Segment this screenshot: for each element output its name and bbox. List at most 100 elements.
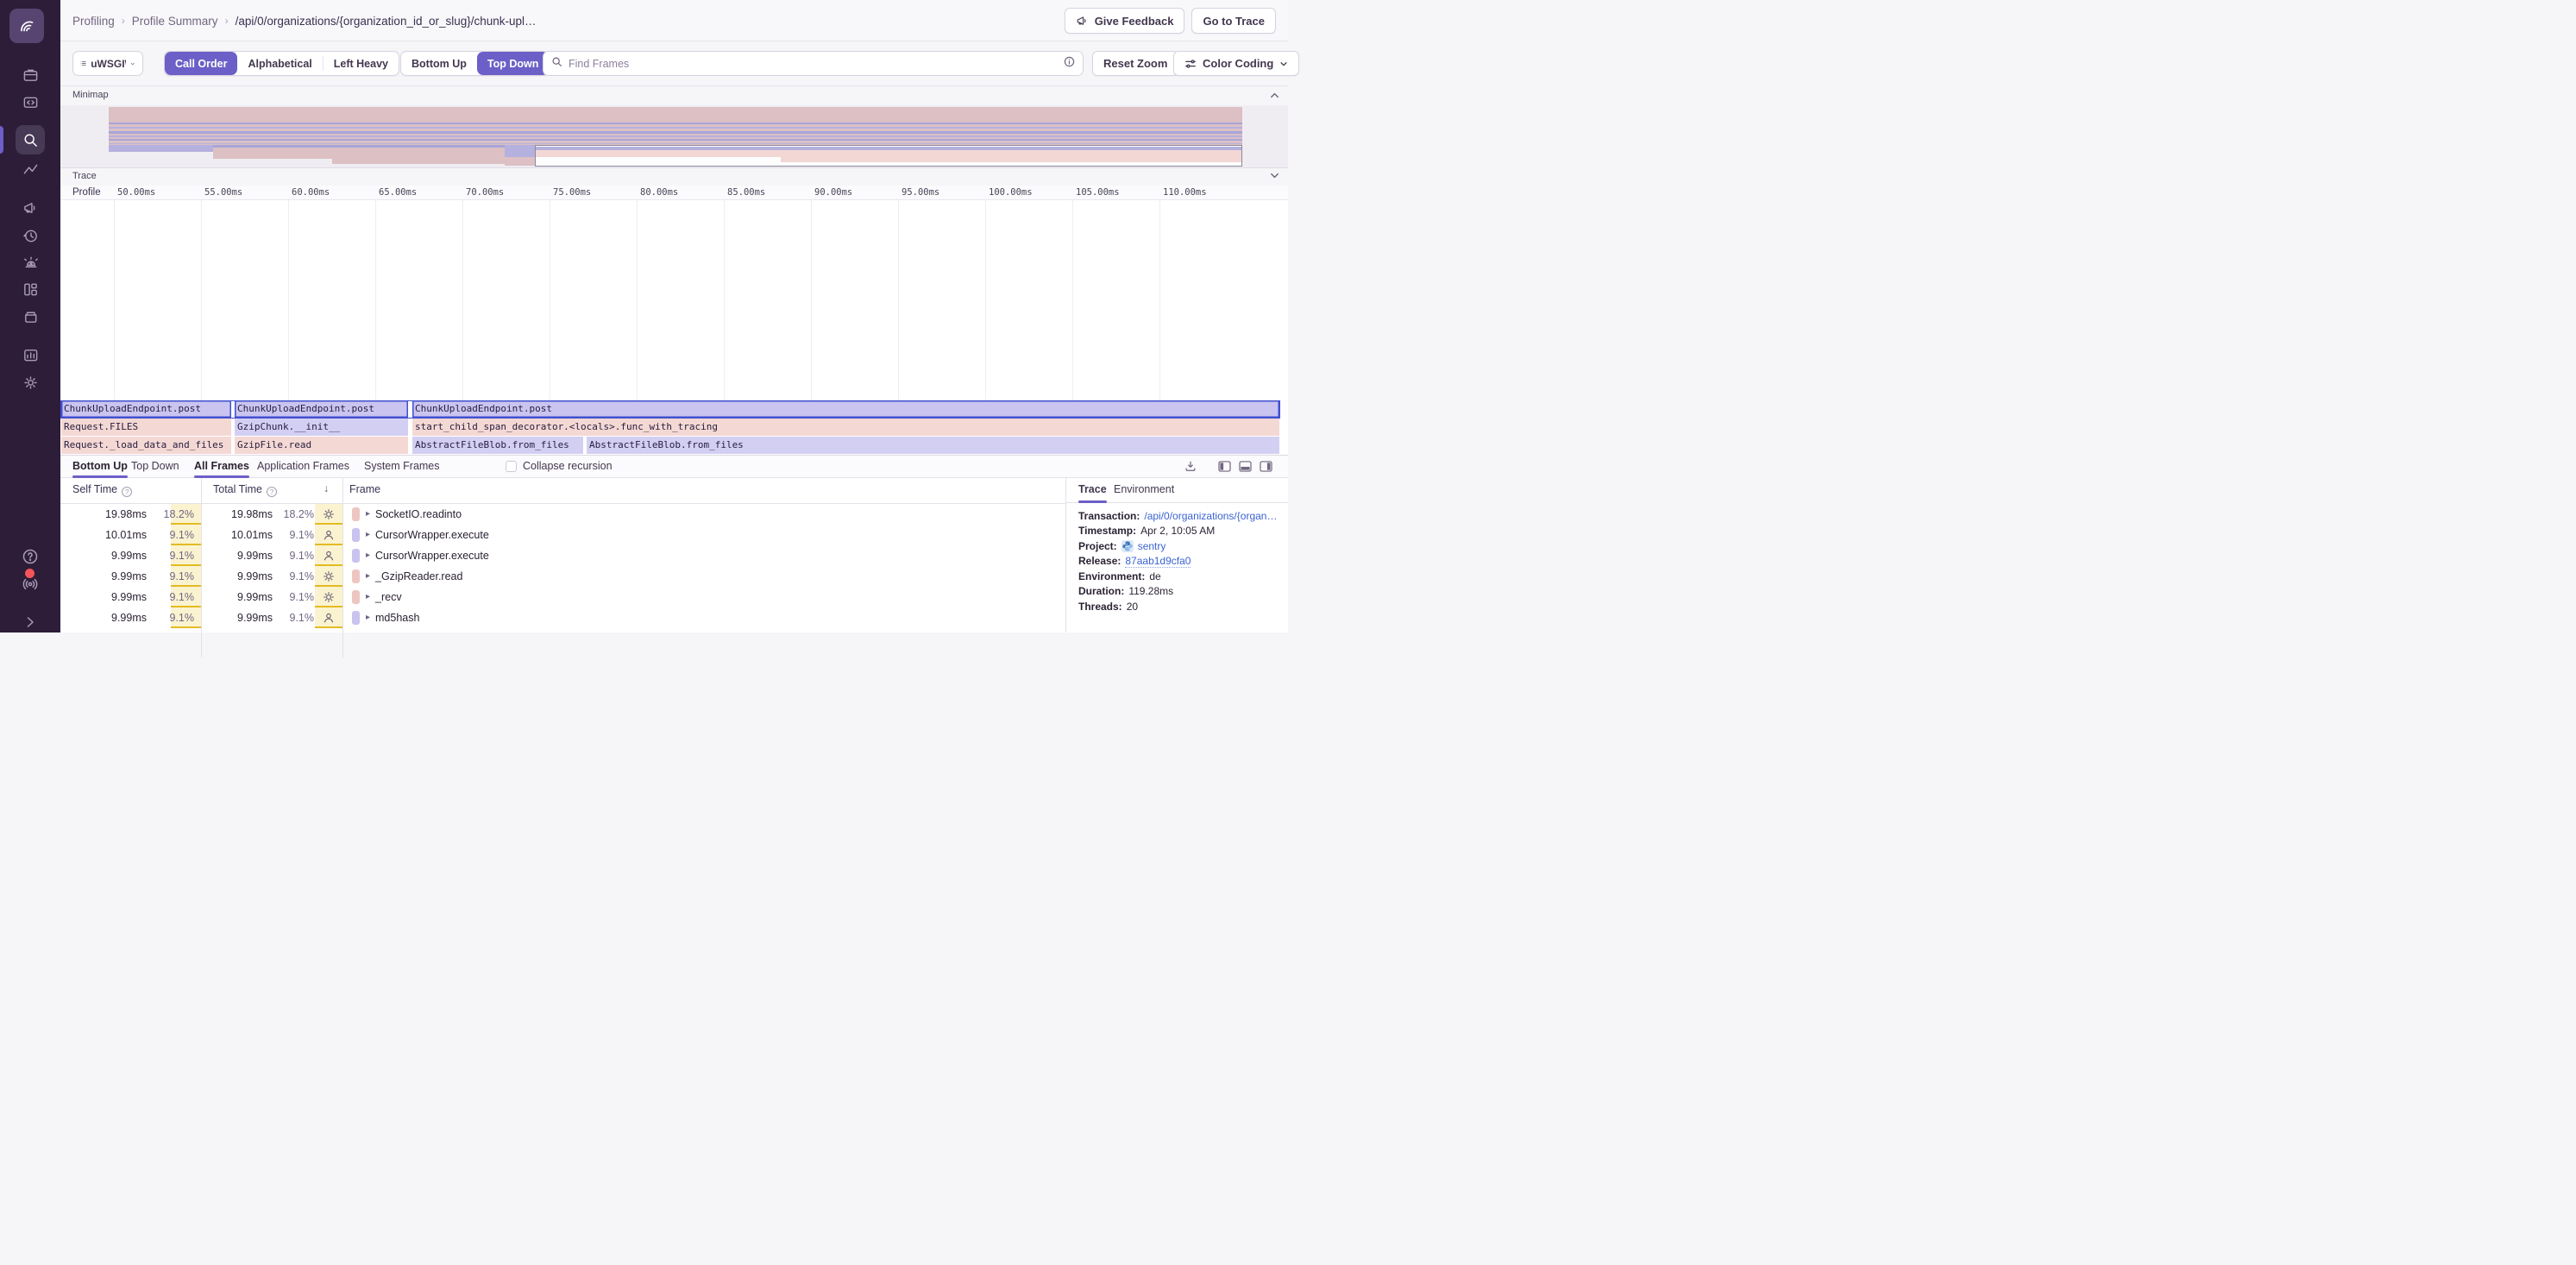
self-time-value: 9.99ms xyxy=(78,545,147,566)
expand-chevron-icon[interactable]: ▸ xyxy=(366,587,370,607)
thread-selector-dropdown[interactable]: uWSGIWor… xyxy=(72,51,143,76)
replays-icon[interactable] xyxy=(16,223,45,249)
stats-icon[interactable] xyxy=(16,342,45,368)
self-time-pct: 9.1% xyxy=(142,525,194,545)
feedback-megaphone-icon[interactable] xyxy=(16,195,45,221)
sidebar xyxy=(0,0,60,632)
flame-frame[interactable]: ChunkUploadEndpoint.post xyxy=(235,400,408,418)
tab-system-frames[interactable]: System Frames xyxy=(364,456,440,477)
table-row[interactable]: 9.99ms9.1%9.99ms9.1%▸md5hash xyxy=(60,607,1065,628)
gear-icon xyxy=(323,570,335,587)
total-time-value: 9.99ms xyxy=(204,607,273,628)
projects-icon[interactable] xyxy=(16,89,45,115)
chevron-down-icon xyxy=(1279,60,1288,68)
find-frames-search xyxy=(543,51,1084,76)
insights-icon[interactable] xyxy=(16,156,45,182)
settings-gear-icon[interactable] xyxy=(16,369,45,395)
question-icon[interactable]: ? xyxy=(267,487,277,497)
sort-descending-arrow-icon[interactable]: ↓ xyxy=(324,482,329,494)
axis-tick-label: 60.00ms xyxy=(292,187,330,198)
collapse-recursion-checkbox[interactable]: Collapse recursion xyxy=(506,460,613,472)
flame-frame[interactable]: Request._load_data_and_files xyxy=(61,437,231,454)
minimap-canvas[interactable] xyxy=(60,105,1288,168)
flame-frame[interactable]: AbstractFileBlob.from_files xyxy=(587,437,1279,454)
give-feedback-button[interactable]: Give Feedback xyxy=(1065,8,1185,34)
direction-bottom-up[interactable]: Bottom Up xyxy=(401,52,477,75)
layout-table-left-icon[interactable] xyxy=(1218,461,1231,472)
profile-row-label: Profile xyxy=(72,187,106,198)
self-time-column-header[interactable]: Self Time? xyxy=(72,483,132,497)
expand-chevron-icon[interactable]: ▸ xyxy=(366,545,370,566)
flame-frame[interactable]: ChunkUploadEndpoint.post xyxy=(61,400,231,418)
table-row[interactable]: 19.98ms18.2%19.98ms18.2%▸SocketIO.readin… xyxy=(60,504,1065,525)
releases-icon[interactable] xyxy=(16,303,45,329)
expand-chevron-icon[interactable]: ▸ xyxy=(366,525,370,545)
frame-name: md5hash xyxy=(375,607,979,628)
flame-frame[interactable]: GzipFile.read xyxy=(235,437,408,454)
tab-application-frames[interactable]: Application Frames xyxy=(257,456,349,477)
sort-alphabetical[interactable]: Alphabetical xyxy=(237,52,322,75)
collapse-trace-chevron-down-icon[interactable] xyxy=(1269,170,1281,182)
total-time-value: 9.99ms xyxy=(204,566,273,587)
direction-top-down[interactable]: Top Down xyxy=(477,52,549,75)
reset-zoom-button[interactable]: Reset Zoom xyxy=(1092,51,1178,76)
detail-field: Duration:119.28ms xyxy=(1078,584,1281,600)
sort-left-heavy[interactable]: Left Heavy xyxy=(324,52,399,75)
time-axis: Profile 50.00ms55.00ms60.00ms65.00ms70.0… xyxy=(60,186,1288,200)
self-time-pct: 9.1% xyxy=(142,566,194,587)
detail-field-link[interactable]: 87aab1d9cfa0 xyxy=(1125,555,1191,568)
issues-icon[interactable] xyxy=(16,62,45,88)
dashboards-icon[interactable] xyxy=(16,276,45,302)
export-download-icon[interactable] xyxy=(1184,460,1197,472)
whats-new-broadcast-icon[interactable] xyxy=(16,571,45,597)
table-row[interactable]: 10.01ms9.1%10.01ms9.1%▸CursorWrapper.exe… xyxy=(60,525,1065,545)
total-time-column-header[interactable]: Total Time? xyxy=(213,483,277,497)
table-row[interactable]: 9.99ms9.1%9.99ms9.1%▸_recv xyxy=(60,587,1065,607)
tab-top-down[interactable]: Top Down xyxy=(131,456,179,477)
question-icon[interactable]: ? xyxy=(122,487,132,497)
self-time-pct: 9.1% xyxy=(142,545,194,566)
tab-all-frames[interactable]: All Frames xyxy=(194,456,249,477)
info-icon[interactable] xyxy=(1064,56,1075,72)
axis-tick-label: 100.00ms xyxy=(989,187,1033,198)
sort-call-order[interactable]: Call Order xyxy=(165,52,237,75)
self-time-value: 9.99ms xyxy=(78,587,147,607)
flamegraph-canvas[interactable]: ChunkUploadEndpoint.postChunkUploadEndpo… xyxy=(60,200,1288,456)
breadcrumb-profile-summary[interactable]: Profile Summary xyxy=(132,15,218,28)
breadcrumb-profiling[interactable]: Profiling xyxy=(72,15,115,28)
detail-field-link[interactable]: sentry xyxy=(1138,540,1166,552)
tab-bottom-up[interactable]: Bottom Up xyxy=(72,456,128,477)
detail-field-value: 119.28ms xyxy=(1128,585,1173,597)
layout-table-right-icon[interactable] xyxy=(1260,461,1272,472)
color-coding-dropdown[interactable]: Color Coding xyxy=(1173,51,1299,76)
flame-frame[interactable]: AbstractFileBlob.from_files xyxy=(412,437,583,454)
search-icon xyxy=(551,56,562,72)
checkbox-icon[interactable] xyxy=(506,461,517,472)
explore-search-icon[interactable] xyxy=(16,125,45,154)
expand-chevron-icon[interactable]: ▸ xyxy=(366,566,370,587)
flame-frame[interactable]: start_child_span_decorator.<locals>.func… xyxy=(412,419,1279,436)
search-input[interactable] xyxy=(569,58,1058,70)
detail-field-link[interactable]: /api/0/organizations/{organ… xyxy=(1144,510,1277,522)
help-icon[interactable] xyxy=(16,544,45,570)
gear-icon xyxy=(323,508,335,525)
axis-tick-label: 75.00ms xyxy=(553,187,591,198)
flame-frame[interactable]: GzipChunk.__init__ xyxy=(235,419,408,436)
expand-chevron-icon[interactable]: ▸ xyxy=(366,607,370,628)
go-to-trace-button[interactable]: Go to Trace xyxy=(1191,8,1276,34)
frame-column-header[interactable]: Frame xyxy=(349,483,380,495)
expand-sidebar-icon[interactable] xyxy=(16,609,45,635)
expand-chevron-icon[interactable]: ▸ xyxy=(366,504,370,525)
collapse-minimap-chevron-up-icon[interactable] xyxy=(1269,90,1281,102)
alerts-icon[interactable] xyxy=(16,249,45,275)
layout-table-bottom-icon[interactable] xyxy=(1239,461,1252,472)
flame-frame[interactable]: ChunkUploadEndpoint.post xyxy=(412,400,1279,418)
detail-tab-environment[interactable]: Environment xyxy=(1114,478,1174,502)
megaphone-icon xyxy=(1076,15,1089,28)
python-project-icon xyxy=(1122,540,1134,552)
sentry-logo[interactable] xyxy=(9,9,44,43)
table-row[interactable]: 9.99ms9.1%9.99ms9.1%▸CursorWrapper.execu… xyxy=(60,545,1065,566)
table-row[interactable]: 9.99ms9.1%9.99ms9.1%▸_GzipReader.read xyxy=(60,566,1065,587)
detail-tab-trace[interactable]: Trace xyxy=(1078,478,1107,502)
flame-frame[interactable]: Request.FILES xyxy=(61,419,231,436)
